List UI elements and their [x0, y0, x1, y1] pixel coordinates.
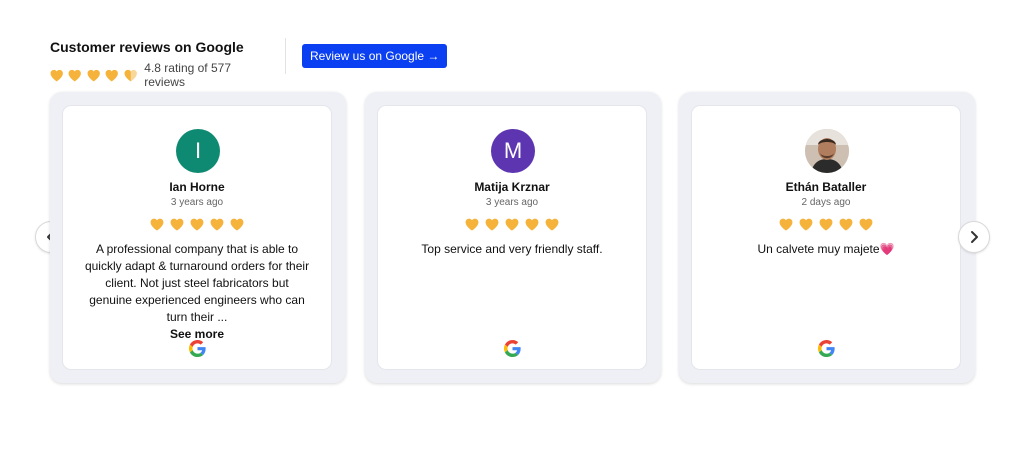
review-text-block: Un calvete muy majete💗: [712, 241, 940, 258]
avatar-initial: I: [194, 138, 202, 163]
reviewer-name: Ethán Bataller: [785, 180, 867, 194]
reviews-header: Customer reviews on Google 4.8 rating of…: [50, 38, 448, 89]
review-text: A professional company that is able to q…: [84, 242, 310, 324]
heart-icon: [170, 218, 184, 231]
review-rating: [692, 218, 960, 231]
heart-icon: [485, 218, 499, 231]
heart-icon: [190, 218, 204, 231]
heart-icon: [230, 218, 244, 231]
rating-summary: 4.8 rating of 577 reviews: [144, 61, 231, 89]
heart-icon: [799, 218, 813, 231]
header-divider: [285, 38, 286, 74]
review-text-block: A professional company that is able to q…: [83, 241, 311, 343]
heart-icon: [69, 69, 82, 81]
heart-icon: [859, 218, 873, 231]
avatar: I: [176, 129, 220, 173]
reviewer-name: Matija Krznar: [474, 180, 550, 194]
chevron-right-icon: [971, 231, 978, 243]
heart-icon: [545, 218, 559, 231]
heart-icon: [105, 69, 119, 81]
review-text: Top service and very friendly staff.: [421, 242, 603, 256]
heart-icon: [150, 218, 164, 231]
review-text-block: Top service and very friendly staff.: [398, 241, 626, 258]
review-card: I Ian Horne 3 years ago A professional c…: [50, 92, 346, 383]
reviewer-name: Ian Horne: [169, 180, 225, 194]
review-us-button[interactable]: Review us on Google →: [302, 44, 448, 68]
heart-icon: [210, 218, 224, 231]
heart-icon: [505, 218, 519, 231]
review-card-body: I Ian Horne 3 years ago A professional c…: [62, 105, 332, 370]
review-text: Un calvete muy majete💗: [757, 242, 895, 256]
avatar-initial: M: [503, 138, 523, 163]
review-date: 3 years ago: [485, 197, 539, 208]
person-photo-icon: [805, 129, 849, 173]
heart-icon: [50, 69, 63, 81]
next-button[interactable]: [958, 221, 990, 253]
google-icon: [818, 340, 835, 357]
heart-icon: [465, 218, 479, 231]
review-date: 2 days ago: [801, 197, 851, 208]
google-icon: [189, 340, 206, 357]
heart-icon: [839, 218, 853, 231]
avatar: M: [491, 129, 535, 173]
heart-icon: [779, 218, 793, 231]
heart-icon: [87, 69, 100, 81]
review-card: M Matija Krznar 3 years ago Top service …: [365, 92, 661, 383]
widget-title: Customer reviews on Google: [50, 39, 244, 55]
review-card-body: Ethán Bataller 2 days ago Un calvete muy…: [691, 105, 961, 370]
avatar: [805, 129, 849, 173]
header-info: Customer reviews on Google 4.8 rating of…: [50, 38, 270, 89]
review-card-body: M Matija Krznar 3 years ago Top service …: [377, 105, 647, 370]
review-rating: [63, 218, 331, 231]
heart-half-icon: [124, 69, 137, 81]
review-date: 3 years ago: [170, 197, 224, 208]
overall-rating: 4.8 rating of 577 reviews: [50, 61, 270, 89]
review-rating: [378, 218, 646, 231]
heart-icon: [819, 218, 833, 231]
review-card: Ethán Bataller 2 days ago Un calvete muy…: [679, 92, 975, 383]
google-icon: [504, 340, 521, 357]
heart-icon: [525, 218, 539, 231]
